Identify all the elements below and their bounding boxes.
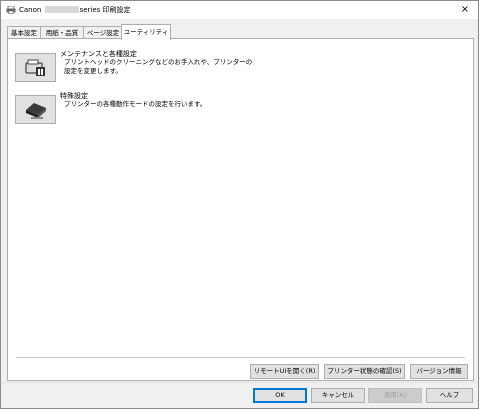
dialog-separator xyxy=(1,382,478,383)
masked-model-name xyxy=(44,6,79,13)
printer-app-icon xyxy=(6,6,16,14)
ok-button[interactable]: OK xyxy=(253,388,307,403)
panel-separator xyxy=(16,357,465,358)
printer-status-button[interactable]: プリンター状態の確認(S) xyxy=(324,364,405,379)
print-settings-window: Canon series 印刷設定 × 基本設定 用紙・品質 ページ設定 ユーテ… xyxy=(0,0,479,409)
cancel-button[interactable]: キャンセル xyxy=(311,388,365,403)
maintenance-icon xyxy=(25,59,45,76)
special-settings-description: プリンターの各種動作モードの設定を行います。 xyxy=(64,100,207,108)
title-suffix: series 印刷設定 xyxy=(79,6,131,14)
remote-ui-button[interactable]: リモートUIを開く(R) xyxy=(250,364,319,379)
apply-button[interactable]: 適用(A) xyxy=(368,388,422,403)
special-settings-button[interactable] xyxy=(15,95,56,124)
tab-utility[interactable]: ユーティリティ xyxy=(121,24,171,40)
utility-panel: メンテナンスと各種設定 プリントヘッドのクリーニングなどのお手入れや、プリンター… xyxy=(7,38,474,381)
help-button[interactable]: ヘルプ xyxy=(426,388,473,403)
special-settings-icon xyxy=(26,103,46,119)
title-bar: Canon series 印刷設定 × xyxy=(1,1,478,19)
window-title: Canon series 印刷設定 xyxy=(19,5,131,15)
version-info-button[interactable]: バージョン情報 xyxy=(410,364,468,379)
title-prefix: Canon xyxy=(19,6,42,14)
maintenance-button[interactable] xyxy=(15,53,56,82)
close-button[interactable]: × xyxy=(452,1,478,19)
maintenance-description: プリントヘッドのクリーニングなどのお手入れや、プリンターの設定を変更します。 xyxy=(64,58,253,75)
